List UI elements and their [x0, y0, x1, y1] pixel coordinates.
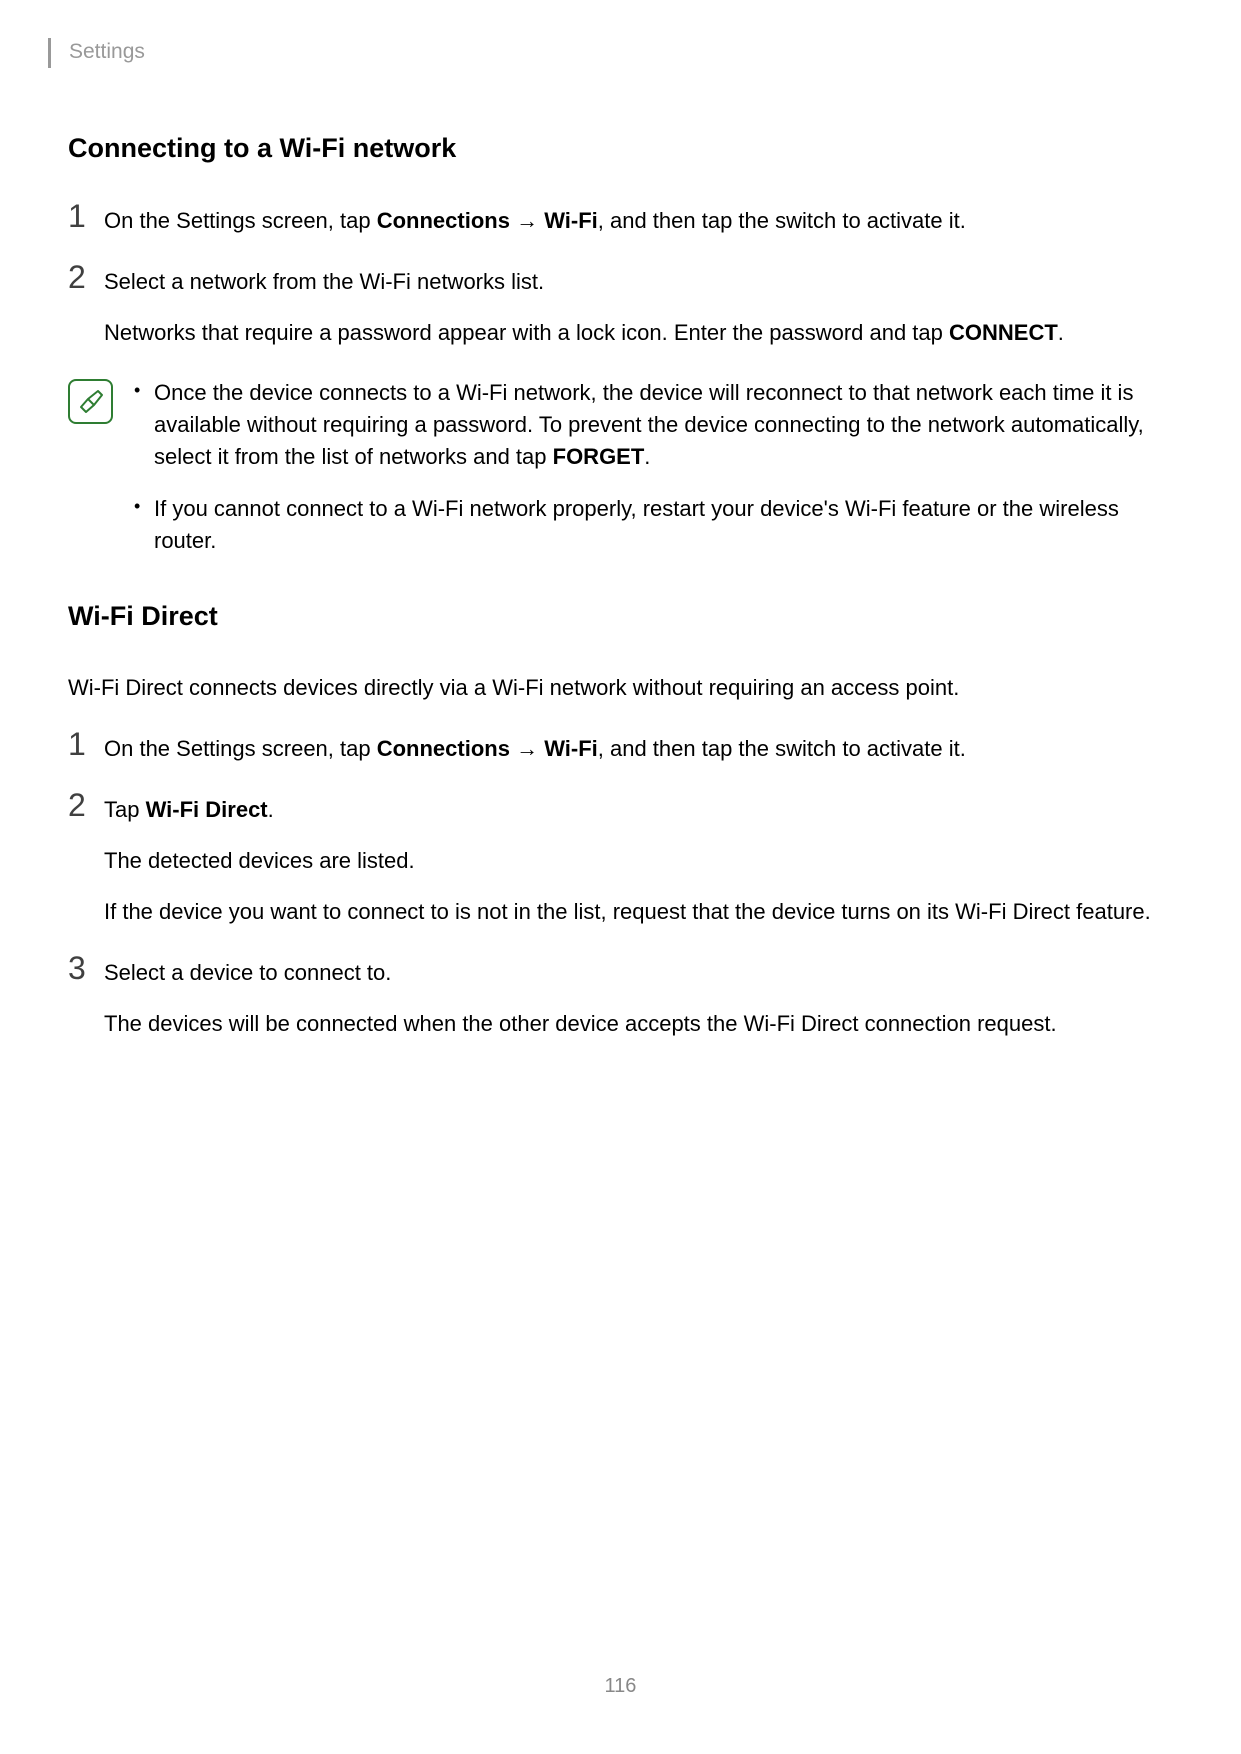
- step-number: 2: [68, 789, 104, 821]
- step-body: On the Settings screen, tap Connections …: [104, 204, 1171, 237]
- section-title-wifi-direct: Wi-Fi Direct: [68, 601, 1171, 632]
- bold-connections: Connections: [377, 736, 510, 761]
- step-body: Select a network from the Wi-Fi networks…: [104, 265, 1171, 349]
- text: .: [268, 797, 274, 822]
- step-body: On the Settings screen, tap Connections …: [104, 732, 1171, 765]
- bold-connections: Connections: [377, 208, 510, 233]
- header-accent-bar: [48, 38, 51, 68]
- step-number: 2: [68, 261, 104, 293]
- bold-wifi-direct: Wi-Fi Direct: [146, 797, 268, 822]
- step-2: 2 Tap Wi-Fi Direct. The detected devices…: [68, 793, 1171, 928]
- text: The devices will be connected when the o…: [104, 1007, 1171, 1040]
- note-bullet: If you cannot connect to a Wi-Fi network…: [128, 493, 1171, 557]
- note-block: Once the device connects to a Wi-Fi netw…: [68, 377, 1171, 556]
- note-icon: [68, 379, 113, 424]
- step-body: Select a device to connect to. The devic…: [104, 956, 1171, 1040]
- bold-connect: CONNECT: [949, 320, 1058, 345]
- text: Networks that require a password appear …: [104, 320, 949, 345]
- step-number: 3: [68, 952, 104, 984]
- section-title-connecting: Connecting to a Wi-Fi network: [68, 133, 1171, 164]
- step-2: 2 Select a network from the Wi-Fi networ…: [68, 265, 1171, 349]
- text: If the device you want to connect to is …: [104, 895, 1171, 928]
- text: Select a network from the Wi-Fi networks…: [104, 265, 1171, 298]
- step-3: 3 Select a device to connect to. The dev…: [68, 956, 1171, 1040]
- step-body: Tap Wi-Fi Direct. The detected devices a…: [104, 793, 1171, 928]
- step-number: 1: [68, 200, 104, 232]
- header-title: Settings: [69, 38, 145, 64]
- page-header: Settings: [48, 38, 1171, 68]
- page-number: 116: [0, 1675, 1241, 1698]
- text: Tap: [104, 797, 146, 822]
- note-list: Once the device connects to a Wi-Fi netw…: [128, 377, 1171, 556]
- text: The detected devices are listed.: [104, 844, 1171, 877]
- note-bullet: Once the device connects to a Wi-Fi netw…: [128, 377, 1171, 473]
- arrow: →: [510, 208, 544, 233]
- text: Select a device to connect to.: [104, 956, 1171, 989]
- step-number: 1: [68, 728, 104, 760]
- bold-wifi: Wi-Fi: [544, 208, 598, 233]
- text: .: [644, 444, 650, 469]
- text: If you cannot connect to a Wi-Fi network…: [154, 496, 1119, 553]
- section-intro: Wi-Fi Direct connects devices directly v…: [68, 672, 1171, 704]
- text: , and then tap the switch to activate it…: [598, 208, 966, 233]
- bold-wifi: Wi-Fi: [544, 736, 598, 761]
- step-1: 1 On the Settings screen, tap Connection…: [68, 732, 1171, 765]
- step-1: 1 On the Settings screen, tap Connection…: [68, 204, 1171, 237]
- text: On the Settings screen, tap: [104, 736, 377, 761]
- text: On the Settings screen, tap: [104, 208, 377, 233]
- text: , and then tap the switch to activate it…: [598, 736, 966, 761]
- bold-forget: FORGET: [553, 444, 645, 469]
- arrow: →: [510, 736, 544, 761]
- text: .: [1058, 320, 1064, 345]
- note-icon-wrap: [68, 377, 128, 424]
